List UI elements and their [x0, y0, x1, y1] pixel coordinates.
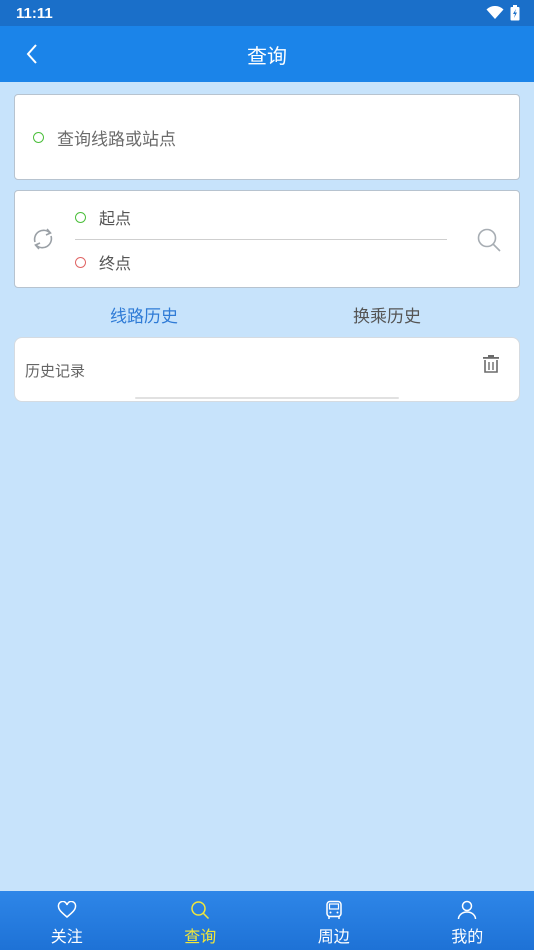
page-title: 查询	[247, 43, 287, 68]
end-point-input[interactable]: 终点	[75, 248, 131, 276]
battery-charging-icon	[510, 5, 520, 21]
clear-history-button[interactable]	[481, 354, 501, 374]
route-search-card: 起点 终点	[14, 190, 520, 288]
swap-button[interactable]	[29, 225, 57, 253]
status-icons	[486, 5, 520, 21]
bottom-nav: 关注 查询 周边 我的	[0, 891, 534, 950]
nav-item-follow[interactable]: 关注	[0, 891, 134, 950]
history-card: 历史记录	[14, 337, 520, 402]
nav-label: 关注	[50, 927, 83, 946]
card-edge-shadow	[135, 397, 399, 399]
line-search-input[interactable]: 查询线路或站点	[14, 94, 520, 180]
tab-transfer-history[interactable]: 换乘历史	[353, 302, 421, 327]
history-tabs: 线路历史 换乘历史	[14, 296, 520, 332]
line-search-placeholder: 查询线路或站点	[57, 129, 176, 150]
status-time: 11:11	[16, 4, 53, 22]
nav-item-mine[interactable]: 我的	[401, 891, 534, 950]
red-dot-icon	[75, 256, 86, 268]
app-bar: 查询	[0, 26, 534, 82]
green-dot-icon	[33, 131, 44, 143]
history-title: 历史记录	[25, 362, 86, 380]
chevron-left-icon	[26, 44, 37, 64]
nav-item-nearby[interactable]: 周边	[267, 891, 401, 950]
trash-icon	[483, 355, 499, 373]
nav-item-search[interactable]: 查询	[134, 891, 268, 950]
nav-label: 周边	[317, 927, 350, 946]
nav-label: 查询	[184, 927, 217, 946]
person-icon	[456, 899, 478, 921]
search-icon	[189, 899, 211, 921]
back-button[interactable]	[18, 40, 46, 68]
wifi-icon	[486, 6, 504, 19]
end-placeholder: 终点	[99, 254, 132, 273]
divider	[75, 239, 447, 240]
swap-arrows-icon	[33, 228, 53, 250]
nav-label: 我的	[451, 927, 484, 946]
green-dot-icon	[75, 211, 86, 223]
search-icon	[477, 228, 501, 252]
tab-line-history[interactable]: 线路历史	[110, 302, 178, 327]
heart-icon	[56, 899, 78, 921]
start-point-input[interactable]: 起点	[75, 203, 131, 231]
route-search-button[interactable]	[475, 226, 503, 254]
start-placeholder: 起点	[99, 209, 132, 228]
bus-icon	[323, 899, 345, 921]
status-bar: 11:11	[0, 0, 534, 26]
